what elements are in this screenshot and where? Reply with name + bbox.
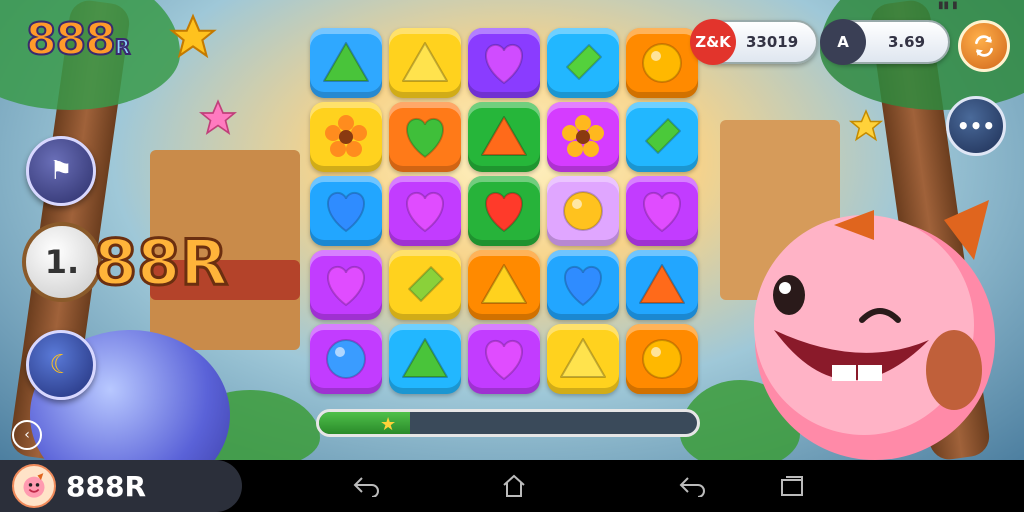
app-chip[interactable]: 888R xyxy=(0,460,242,512)
score-pill[interactable]: Z&K 33019 xyxy=(690,19,818,65)
back-icon xyxy=(353,477,379,497)
candy-triangle-icon xyxy=(481,264,527,304)
candy-tile[interactable] xyxy=(547,102,619,172)
candy-heart-icon xyxy=(643,191,681,233)
candy-heart-icon xyxy=(564,265,602,307)
currency-pill[interactable]: A 3.69 xyxy=(820,19,950,65)
candy-triangle-icon xyxy=(481,116,527,156)
back-button[interactable] xyxy=(350,472,382,500)
score-badge: Z&K xyxy=(690,19,736,65)
candy-tile[interactable] xyxy=(468,102,540,172)
candy-diamond-icon xyxy=(645,118,681,154)
trophy-button[interactable]: ⚑ xyxy=(26,136,96,206)
recents-icon xyxy=(781,476,803,496)
refresh-icon xyxy=(975,35,993,57)
logo-suffix: R xyxy=(114,34,131,60)
game-logo: 888R xyxy=(25,13,131,66)
candy-tile[interactable] xyxy=(626,324,698,394)
candy-heart-icon xyxy=(485,339,523,381)
trophy-icon: ⚑ xyxy=(49,156,73,186)
candy-circle-icon xyxy=(326,339,366,379)
brand-coin: 1. xyxy=(22,222,102,302)
score-value: 33019 xyxy=(746,33,799,51)
app-mascot-icon xyxy=(23,473,45,498)
candy-tile[interactable] xyxy=(389,176,461,246)
hanging-star-icon xyxy=(848,109,884,142)
candy-triangle-icon xyxy=(639,264,685,304)
candy-circle-icon xyxy=(642,43,682,83)
candy-tile[interactable] xyxy=(310,28,382,98)
candy-tile[interactable] xyxy=(389,102,461,172)
candy-triangle-icon xyxy=(560,338,606,378)
chat-icon: ••• xyxy=(956,114,996,138)
candy-tile[interactable] xyxy=(310,176,382,246)
navigation-bar: 888R xyxy=(0,460,1024,512)
candy-heart-icon xyxy=(406,117,444,159)
candy-tile[interactable] xyxy=(626,102,698,172)
candy-heart-icon xyxy=(485,191,523,233)
candy-tile[interactable] xyxy=(389,250,461,320)
candy-tile[interactable] xyxy=(547,28,619,98)
candy-heart-icon xyxy=(485,43,523,85)
candy-tile[interactable] xyxy=(626,250,698,320)
candy-heart-icon xyxy=(327,191,365,233)
refresh-button[interactable] xyxy=(958,20,1010,72)
currency-badge: A xyxy=(820,19,866,65)
candy-tile[interactable] xyxy=(547,324,619,394)
brand-text: 88R xyxy=(92,224,229,300)
candy-diamond-icon xyxy=(408,266,444,302)
recents-button[interactable] xyxy=(776,472,808,500)
brand-banner: 1. 88R xyxy=(22,222,230,302)
candy-tile[interactable] xyxy=(468,176,540,246)
candy-triangle-icon xyxy=(402,42,448,82)
pink-mascot xyxy=(754,200,995,460)
app-icon xyxy=(12,464,56,508)
chat-button[interactable]: ••• xyxy=(946,96,1006,156)
hanging-star-icon xyxy=(198,99,238,135)
back-alt-icon xyxy=(679,477,705,497)
candy-flower-icon xyxy=(562,115,604,157)
candy-tile[interactable] xyxy=(389,324,461,394)
home-button[interactable] xyxy=(498,472,530,500)
candy-tile[interactable] xyxy=(468,28,540,98)
logo-text: 888 xyxy=(25,13,117,66)
progress-fill xyxy=(319,412,410,434)
candy-flower-icon xyxy=(325,115,367,157)
star-icon xyxy=(169,13,217,59)
candy-tile[interactable] xyxy=(310,250,382,320)
level-progress-bar: ★ xyxy=(316,409,700,437)
candy-tile[interactable] xyxy=(389,28,461,98)
candy-tile[interactable] xyxy=(626,176,698,246)
candy-tile[interactable] xyxy=(547,250,619,320)
game-scene: 888R ⚑ ☾ ‹ 1. 88R ★ Z&K 33019 A 3.69 •••… xyxy=(0,0,1024,460)
progress-star-icon: ★ xyxy=(380,414,397,435)
candy-triangle-icon xyxy=(402,338,448,378)
candy-diamond-icon xyxy=(566,44,602,80)
candy-circle-icon xyxy=(642,339,682,379)
candy-tile[interactable] xyxy=(547,176,619,246)
status-bar: ▮▮ ▮ xyxy=(938,0,958,11)
back-arrow-icon[interactable]: ‹ xyxy=(12,420,42,450)
candy-circle-icon xyxy=(563,191,603,231)
candy-triangle-icon xyxy=(323,42,369,82)
match3-board[interactable] xyxy=(310,28,706,404)
back-alt-button[interactable] xyxy=(676,472,708,500)
candy-tile[interactable] xyxy=(468,324,540,394)
candy-heart-icon xyxy=(327,265,365,307)
bunny-button[interactable]: ☾ xyxy=(26,330,96,400)
home-icon xyxy=(503,474,525,497)
candy-heart-icon xyxy=(406,191,444,233)
candy-tile[interactable] xyxy=(310,324,382,394)
currency-value: 3.69 xyxy=(888,33,926,51)
candy-tile[interactable] xyxy=(626,28,698,98)
app-name: 888R xyxy=(66,469,147,503)
candy-tile[interactable] xyxy=(468,250,540,320)
candy-tile[interactable] xyxy=(310,102,382,172)
bunny-icon: ☾ xyxy=(49,350,73,380)
